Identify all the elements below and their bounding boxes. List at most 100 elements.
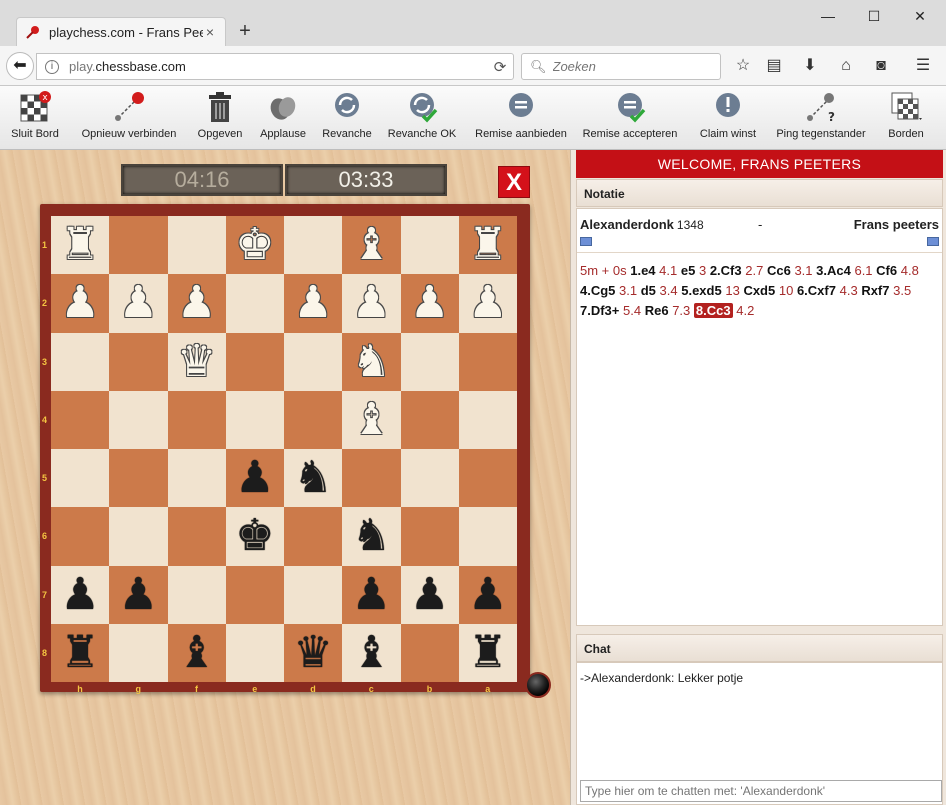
resign-button[interactable]: Opgeven — [194, 90, 246, 148]
browser-tab[interactable]: playchess.com - Frans Pee... × — [16, 17, 226, 46]
board-square[interactable]: ♟ — [51, 274, 110, 333]
board-square[interactable]: ♟ — [284, 274, 343, 333]
close-game-button[interactable]: X — [498, 166, 530, 198]
board-square[interactable] — [458, 332, 517, 391]
black-piece-icon[interactable]: ♟ — [235, 456, 274, 500]
board-square[interactable] — [342, 449, 401, 508]
bookmark-star-icon[interactable]: ☆ — [731, 55, 755, 77]
board-square[interactable]: ♞ — [284, 449, 343, 508]
download-icon[interactable]: ⬇ — [798, 55, 822, 77]
black-piece-icon[interactable]: ♟ — [410, 572, 449, 617]
white-piece-icon[interactable]: ♟ — [60, 281, 99, 325]
url-bar[interactable]: i play.chessbase.com ⟳ — [36, 53, 514, 80]
black-piece-icon[interactable]: ♟ — [119, 572, 158, 617]
board-square[interactable]: ♟ — [458, 274, 517, 333]
menu-icon[interactable]: ☰ — [911, 55, 935, 77]
reconnect-button[interactable]: Opnieuw verbinden — [80, 90, 178, 148]
board-square[interactable]: ♛ — [167, 332, 226, 391]
boards-button[interactable]: Borden — [880, 90, 932, 148]
move[interactable]: Cf6 — [876, 263, 897, 278]
black-piece-icon[interactable]: ♛ — [293, 630, 332, 675]
board-square[interactable] — [167, 390, 226, 449]
board-square[interactable] — [225, 390, 284, 449]
board-square[interactable] — [51, 507, 110, 566]
board-square[interactable] — [109, 332, 168, 391]
board-square[interactable] — [400, 507, 459, 566]
board-square[interactable]: ♝ — [167, 623, 226, 682]
board-square[interactable]: ♞ — [342, 332, 401, 391]
black-piece-icon[interactable]: ♜ — [468, 630, 507, 675]
board-square[interactable]: ♟ — [109, 274, 168, 333]
board-square[interactable] — [284, 390, 343, 449]
move[interactable]: Cc6 — [767, 263, 791, 278]
board-square[interactable] — [458, 390, 517, 449]
offer-draw-button[interactable]: Remise aanbieden — [473, 90, 569, 148]
board-square[interactable] — [109, 449, 168, 508]
white-piece-icon[interactable]: ♟ — [293, 281, 332, 325]
maximize-button[interactable]: ☐ — [852, 4, 896, 30]
board-square[interactable] — [284, 565, 343, 624]
board-square[interactable] — [400, 332, 459, 391]
board-square[interactable]: ♟ — [167, 274, 226, 333]
board-square[interactable]: ♚ — [225, 507, 284, 566]
board-square[interactable] — [400, 216, 459, 275]
board-square[interactable] — [400, 390, 459, 449]
board-square[interactable]: ♞ — [342, 507, 401, 566]
black-piece-icon[interactable]: ♟ — [60, 572, 99, 617]
board-square[interactable]: ♟ — [342, 274, 401, 333]
white-piece-icon[interactable]: ♚ — [235, 223, 274, 267]
black-piece-icon[interactable]: ♟ — [468, 572, 507, 617]
white-piece-icon[interactable]: ♟ — [352, 281, 391, 325]
reload-icon[interactable]: ⟳ — [487, 58, 513, 76]
board-square[interactable] — [400, 623, 459, 682]
board-square[interactable] — [51, 449, 110, 508]
back-button[interactable]: ⬅ — [6, 52, 34, 80]
board-square[interactable] — [458, 507, 517, 566]
board-square[interactable]: ♛ — [284, 623, 343, 682]
search-input[interactable] — [552, 59, 713, 74]
black-piece-icon[interactable]: ♜ — [60, 630, 99, 675]
board-square[interactable] — [284, 332, 343, 391]
black-piece-icon[interactable]: ♞ — [352, 514, 391, 558]
white-piece-icon[interactable]: ♛ — [177, 339, 216, 384]
board-square[interactable] — [167, 449, 226, 508]
accept-draw-button[interactable]: Remise accepteren — [580, 90, 680, 148]
board-square[interactable]: ♟ — [400, 274, 459, 333]
board-square[interactable]: ♝ — [342, 390, 401, 449]
black-piece-icon[interactable]: ♝ — [177, 630, 216, 675]
close-window-button[interactable]: ✕ — [898, 4, 942, 30]
board-square[interactable]: ♜ — [458, 216, 517, 275]
board-square[interactable]: ♟ — [225, 449, 284, 508]
applause-button[interactable]: Applause — [256, 90, 310, 148]
search-bar[interactable]: 🔍︎ — [521, 53, 721, 80]
new-tab-button[interactable]: + — [233, 20, 257, 44]
move[interactable]: 5.exd5 — [681, 283, 721, 298]
white-piece-icon[interactable]: ♜ — [60, 223, 99, 267]
chess-board[interactable]: ♜ ♚ ♝ ♜ ♟ ♟ ♟ ♟ ♟ ♟ ♟ ♛ ♞ ♝ ♟ ♞ ♚ ♞ ♟ ♟ ♟ ♟ ♟ ♜ ♝ ♛ ♝ ♜ — [51, 216, 517, 682]
board-square[interactable]: ♟ — [51, 565, 110, 624]
board-square[interactable]: ♟ — [400, 565, 459, 624]
minimize-button[interactable]: — — [806, 4, 850, 30]
board-square[interactable]: ♜ — [458, 623, 517, 682]
board-square[interactable]: ♟ — [342, 565, 401, 624]
white-piece-icon[interactable]: ♟ — [468, 281, 507, 325]
board-square[interactable]: ♝ — [342, 623, 401, 682]
move[interactable]: Cxd5 — [743, 283, 775, 298]
current-move[interactable]: 8.Cc3 — [693, 303, 733, 318]
board-square[interactable]: ♚ — [225, 216, 284, 275]
board-square[interactable] — [109, 216, 168, 275]
board-square[interactable] — [167, 216, 226, 275]
home-icon[interactable]: ⌂ — [834, 55, 858, 77]
tab-close-icon[interactable]: × — [203, 24, 217, 40]
black-player-name[interactable]: Frans peeters — [854, 217, 939, 232]
board-square[interactable] — [109, 623, 168, 682]
board-square[interactable] — [167, 565, 226, 624]
board-square[interactable] — [225, 565, 284, 624]
white-piece-icon[interactable]: ♝ — [352, 397, 391, 442]
board-square[interactable] — [51, 332, 110, 391]
board-square[interactable] — [284, 216, 343, 275]
move[interactable]: 4.Cg5 — [580, 283, 615, 298]
board-square[interactable]: ♜ — [51, 623, 110, 682]
black-piece-icon[interactable]: ♟ — [352, 572, 391, 617]
white-piece-icon[interactable]: ♝ — [352, 223, 391, 267]
